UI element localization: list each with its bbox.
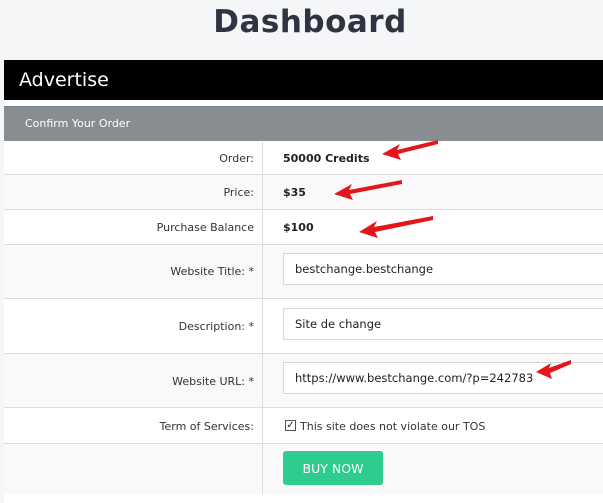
price-row: Price: $35	[4, 175, 603, 210]
balance-row: Purchase Balance $100	[4, 210, 603, 245]
website-url-row: Website URL: * https://www.bestchange.co…	[4, 354, 603, 408]
website-title-field[interactable]: bestchange.bestchange	[283, 253, 603, 285]
page: Dashboard Advertise Confirm Your Order O…	[0, 0, 603, 503]
order-label: Order:	[219, 152, 254, 165]
annotation-arrow-icon	[536, 360, 571, 379]
card-title: Advertise	[4, 60, 603, 100]
tos-label: Term of Services:	[159, 420, 254, 433]
website-url-label: Website URL: *	[172, 375, 254, 388]
tos-checkbox[interactable]: ✓	[285, 420, 296, 431]
tos-row: Term of Services: ✓ This site does not v…	[4, 408, 603, 444]
description-label: Description: *	[178, 320, 254, 333]
balance-value: $100	[283, 221, 314, 234]
price-label: Price:	[223, 186, 254, 199]
description-field[interactable]: Site de change	[283, 308, 603, 340]
buy-row: BUY NOW	[4, 444, 603, 494]
annotation-arrow-icon	[359, 216, 433, 238]
panel-title: Confirm Your Order	[4, 106, 603, 141]
price-value: $35	[283, 186, 306, 199]
page-title: Dashboard	[213, 4, 407, 40]
balance-label: Purchase Balance	[156, 221, 254, 234]
website-title-label: Website Title: *	[170, 265, 254, 278]
buy-now-button[interactable]: BUY NOW	[283, 451, 383, 485]
order-value: 50000 Credits	[283, 152, 370, 165]
description-row: Description: * Site de change	[4, 299, 603, 354]
annotation-arrow-icon	[334, 180, 402, 200]
tos-checkbox-label[interactable]: This site does not violate our TOS	[300, 420, 485, 433]
order-table: Order: 50000 Credits Price: $35 Purchase…	[4, 141, 603, 494]
annotation-arrow-icon	[382, 140, 438, 160]
website-title-row: Website Title: * bestchange.bestchange	[4, 245, 603, 299]
order-row: Order: 50000 Credits	[4, 141, 603, 175]
check-icon: ✓	[286, 420, 295, 431]
advertise-card: Advertise Confirm Your Order Order: 5000…	[4, 60, 603, 503]
